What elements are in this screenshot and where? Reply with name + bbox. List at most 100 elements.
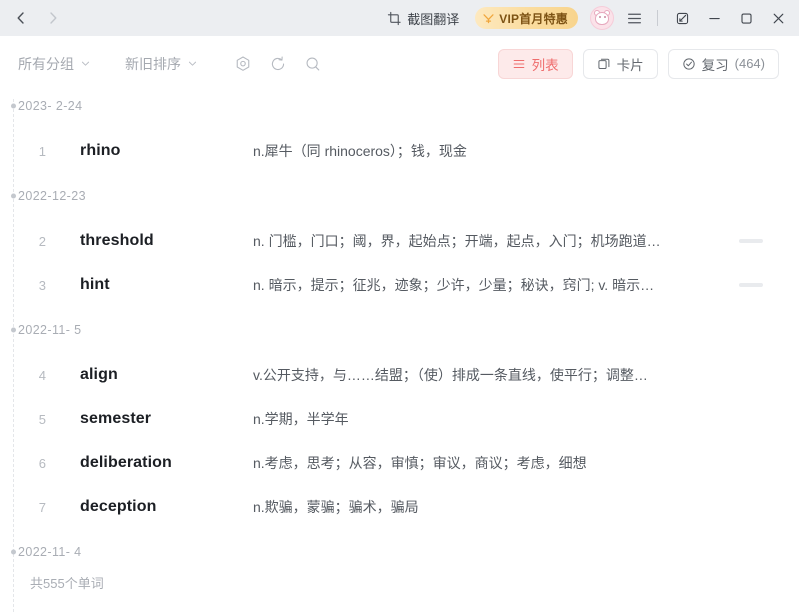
total-word-count: 共555个单词 — [30, 576, 104, 591]
review-label: 复习 — [701, 57, 729, 73]
word-row[interactable]: 4 align v.公开支持，与……结盟；（使）排成一条直线，使平行；调整… — [0, 353, 799, 397]
vip-promo-button[interactable]: VIP首月特惠 — [475, 7, 578, 29]
refresh-icon — [271, 56, 285, 70]
word-definition: n.犀牛（同 rhinoceros）；钱，现金 — [253, 143, 467, 159]
word-index: 5 — [38, 411, 46, 427]
word-term[interactable]: align — [46, 366, 253, 384]
titlebar-divider — [657, 10, 658, 26]
word-row[interactable]: 3 hint n. 暗示，提示；征兆，迹象；少许，少量；秘诀，窍门; v. 暗示… — [0, 263, 799, 307]
view-list-label: 列表 — [531, 57, 559, 73]
settings-icon — [236, 55, 250, 71]
chevron-down-icon — [80, 58, 91, 69]
search-icon — [306, 57, 320, 70]
word-index: 2 — [38, 233, 46, 249]
word-term[interactable]: rhino — [46, 142, 253, 160]
minimize-icon — [708, 17, 720, 19]
sort-filter-label: 新旧排序 — [125, 55, 181, 72]
minimize-button[interactable] — [699, 4, 729, 32]
timeline-dot-icon — [10, 103, 16, 109]
filter-toolbar: 所有分组 新旧排序 列表 卡片 复习 (464) — [0, 36, 799, 91]
restore-window-button[interactable] — [667, 4, 697, 32]
screenshot-translate-button[interactable]: 截图翻译 — [381, 5, 465, 31]
word-index: 1 — [38, 143, 46, 159]
crown-icon — [482, 12, 495, 25]
group-filter-dropdown[interactable]: 所有分组 — [18, 54, 91, 74]
settings-button[interactable] — [234, 55, 252, 73]
word-definition: n. 暗示，提示；征兆，迹象；少许，少量；秘诀，窍门; v. 暗示… — [253, 277, 655, 293]
group-date-label: 2022-11- 5 — [18, 323, 82, 337]
word-definition: n.学期，半学年 — [253, 411, 349, 427]
word-row[interactable]: 1 rhino n.犀牛（同 rhinoceros）；钱，现金 — [0, 129, 799, 173]
main-menu-button[interactable] — [620, 5, 648, 31]
avatar-face-icon — [595, 11, 609, 25]
view-list-button[interactable]: 列表 — [497, 48, 573, 79]
word-term[interactable]: threshold — [46, 232, 253, 250]
view-mode-controls: 列表 卡片 复习 (464) — [497, 48, 779, 79]
group-date-header: 2022-11- 4 — [0, 537, 799, 567]
close-button[interactable] — [763, 4, 793, 32]
group-date-header: 2022-11- 5 — [0, 315, 799, 345]
group-date-label: 2023- 2-24 — [18, 99, 83, 113]
forward-button[interactable] — [38, 4, 68, 32]
back-button[interactable] — [6, 4, 36, 32]
list-view-icon — [512, 57, 526, 71]
word-term[interactable]: deception — [46, 498, 253, 516]
word-index: 7 — [38, 499, 46, 515]
word-index: 4 — [38, 367, 46, 383]
word-row[interactable]: 6 deliberation n.考虑，思考；从容，审慎；审议，商议；考虑，细想 — [0, 441, 799, 485]
group-date-header: 2023- 2-24 — [0, 91, 799, 121]
word-row[interactable]: 5 semester n.学期，半学年 — [0, 397, 799, 441]
word-groups-container: 2023- 2-24 1 rhino n.犀牛（同 rhinoceros）；钱，现金 2… — [0, 91, 799, 567]
view-card-label: 卡片 — [616, 57, 644, 73]
toolbar-icon-group — [234, 55, 322, 73]
screenshot-translate-label: 截图翻译 — [407, 11, 460, 27]
maximize-button[interactable] — [731, 4, 761, 32]
group-date-label: 2022-12-23 — [18, 189, 86, 203]
timeline-dot-icon — [10, 549, 16, 555]
word-term[interactable]: deliberation — [46, 454, 253, 472]
title-bar: 截图翻译 VIP首月特惠 — [0, 0, 799, 36]
titlebar-actions: 截图翻译 VIP首月特惠 — [381, 4, 793, 32]
word-row[interactable]: 7 deception n.欺骗，蒙骗；骗术，骗局 — [0, 485, 799, 529]
check-circle-icon — [682, 57, 696, 71]
word-progress-bar — [739, 283, 763, 287]
group-date-header: 2022-12-23 — [0, 181, 799, 211]
word-definition: v.公开支持，与……结盟；（使）排成一条直线，使平行；调整… — [253, 367, 648, 383]
word-definition: n.考虑，思考；从容，审慎；审议，商议；考虑，细想 — [253, 455, 587, 471]
word-row[interactable]: 2 threshold n. 门槛，门口；阈，界，起始点；开端，起点，入门；机场跑道… — [0, 219, 799, 263]
view-card-button[interactable]: 卡片 — [582, 48, 658, 79]
navigation-arrows — [6, 4, 68, 32]
user-avatar[interactable] — [590, 6, 614, 30]
sort-filter-dropdown[interactable]: 新旧排序 — [125, 54, 198, 74]
word-definition: n. 门槛，门口；阈，界，起始点；开端，起点，入门；机场跑道… — [253, 233, 661, 249]
word-index: 6 — [38, 455, 46, 471]
review-button[interactable]: 复习 (464) — [667, 48, 779, 79]
filter-controls: 所有分组 新旧排序 — [18, 54, 322, 74]
timeline-dot-icon — [10, 327, 16, 333]
word-index: 3 — [38, 277, 46, 293]
vip-promo-label: VIP首月特惠 — [499, 11, 568, 26]
close-icon — [773, 13, 783, 23]
search-button[interactable] — [304, 55, 322, 73]
word-list[interactable]: 2023- 2-24 1 rhino n.犀牛（同 rhinoceros）；钱，现金 2… — [0, 91, 799, 612]
maximize-icon — [740, 12, 752, 24]
group-date-label: 2022-11- 4 — [18, 545, 82, 559]
review-count: (464) — [734, 56, 765, 71]
word-term[interactable]: hint — [46, 276, 253, 294]
refresh-button[interactable] — [269, 55, 287, 73]
word-progress-bar — [739, 239, 763, 243]
restore-window-icon — [676, 12, 688, 24]
card-view-icon — [597, 57, 611, 71]
crop-capture-icon — [387, 11, 402, 26]
word-definition: n.欺骗，蒙骗；骗术，骗局 — [253, 499, 419, 515]
timeline-dot-icon — [10, 193, 16, 199]
word-term[interactable]: semester — [46, 410, 253, 428]
hamburger-menu-icon — [627, 13, 641, 23]
group-filter-label: 所有分组 — [18, 55, 74, 72]
